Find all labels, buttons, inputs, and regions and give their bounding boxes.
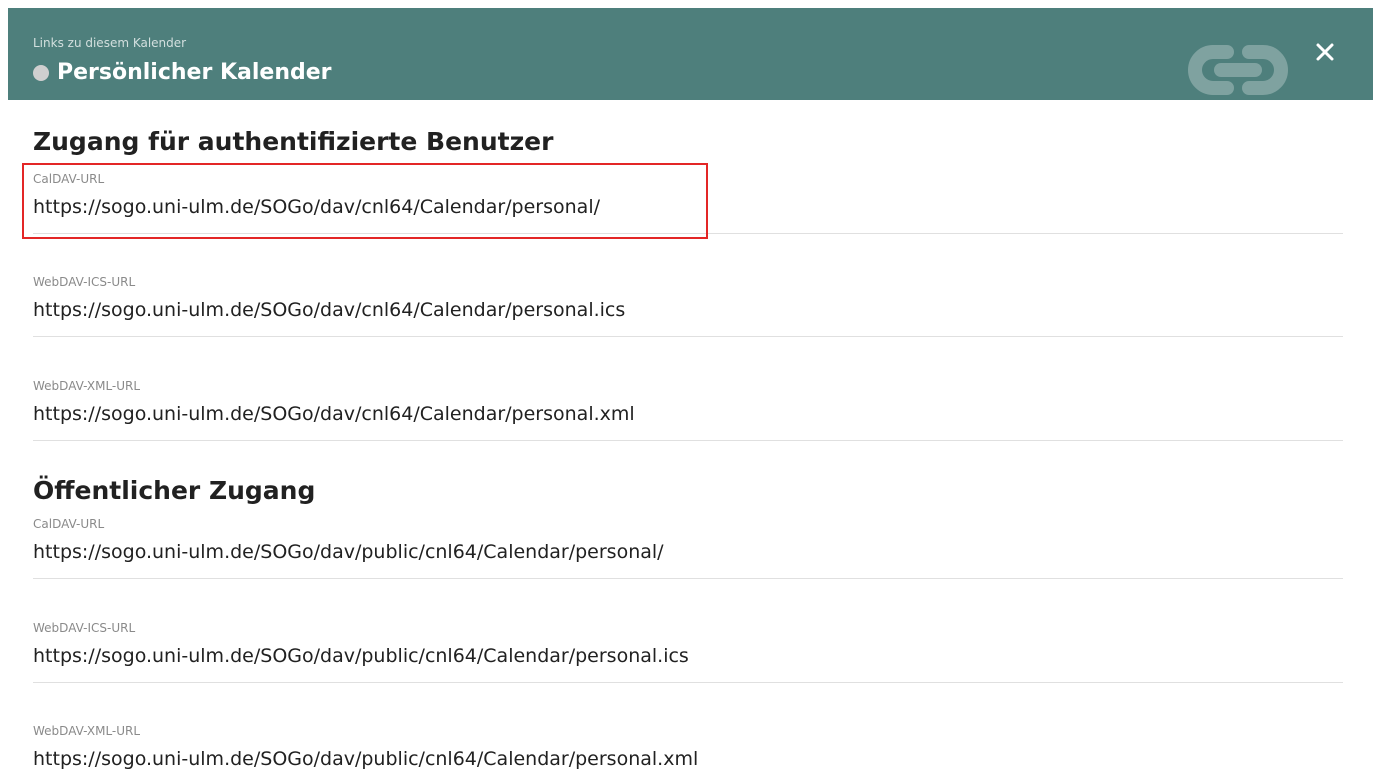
section-title-authenticated: Zugang für authentifizierte Benutzer: [33, 127, 554, 156]
close-icon[interactable]: [1311, 38, 1339, 66]
url-input[interactable]: [33, 196, 1343, 218]
dialog-subtitle: Links zu diesem Kalender: [33, 36, 187, 50]
field-label: CalDAV-URL: [33, 517, 105, 531]
url-input[interactable]: [33, 299, 1343, 321]
authenticated-webdav-ics-url-field: WebDAV-ICS-URL: [33, 275, 1343, 337]
dialog-header: Links zu diesem Kalender Persönlicher Ka…: [8, 8, 1373, 100]
public-caldav-url-field: CalDAV-URL: [33, 517, 1343, 579]
url-input[interactable]: [33, 541, 1343, 563]
field-label: WebDAV-XML-URL: [33, 724, 141, 738]
url-input[interactable]: [33, 645, 1343, 667]
dialog-title-row: Persönlicher Kalender: [33, 60, 332, 85]
public-webdav-ics-url-field: WebDAV-ICS-URL: [33, 621, 1343, 683]
field-label: WebDAV-ICS-URL: [33, 275, 136, 289]
field-label: WebDAV-ICS-URL: [33, 621, 136, 635]
authenticated-caldav-url-field: CalDAV-URL: [33, 172, 1343, 234]
calendar-links-dialog: Links zu diesem Kalender Persönlicher Ka…: [0, 0, 1373, 776]
field-label: CalDAV-URL: [33, 172, 105, 186]
calendar-color-dot: [33, 64, 49, 81]
field-label: WebDAV-XML-URL: [33, 379, 141, 393]
url-input[interactable]: [33, 403, 1343, 425]
dialog-title: Persönlicher Kalender: [57, 60, 332, 85]
url-input[interactable]: [33, 748, 1343, 770]
link-icon: [1188, 45, 1288, 95]
authenticated-webdav-xml-url-field: WebDAV-XML-URL: [33, 379, 1343, 441]
section-title-public: Öffentlicher Zugang: [33, 476, 316, 505]
public-webdav-xml-url-field: WebDAV-XML-URL: [33, 724, 1343, 776]
